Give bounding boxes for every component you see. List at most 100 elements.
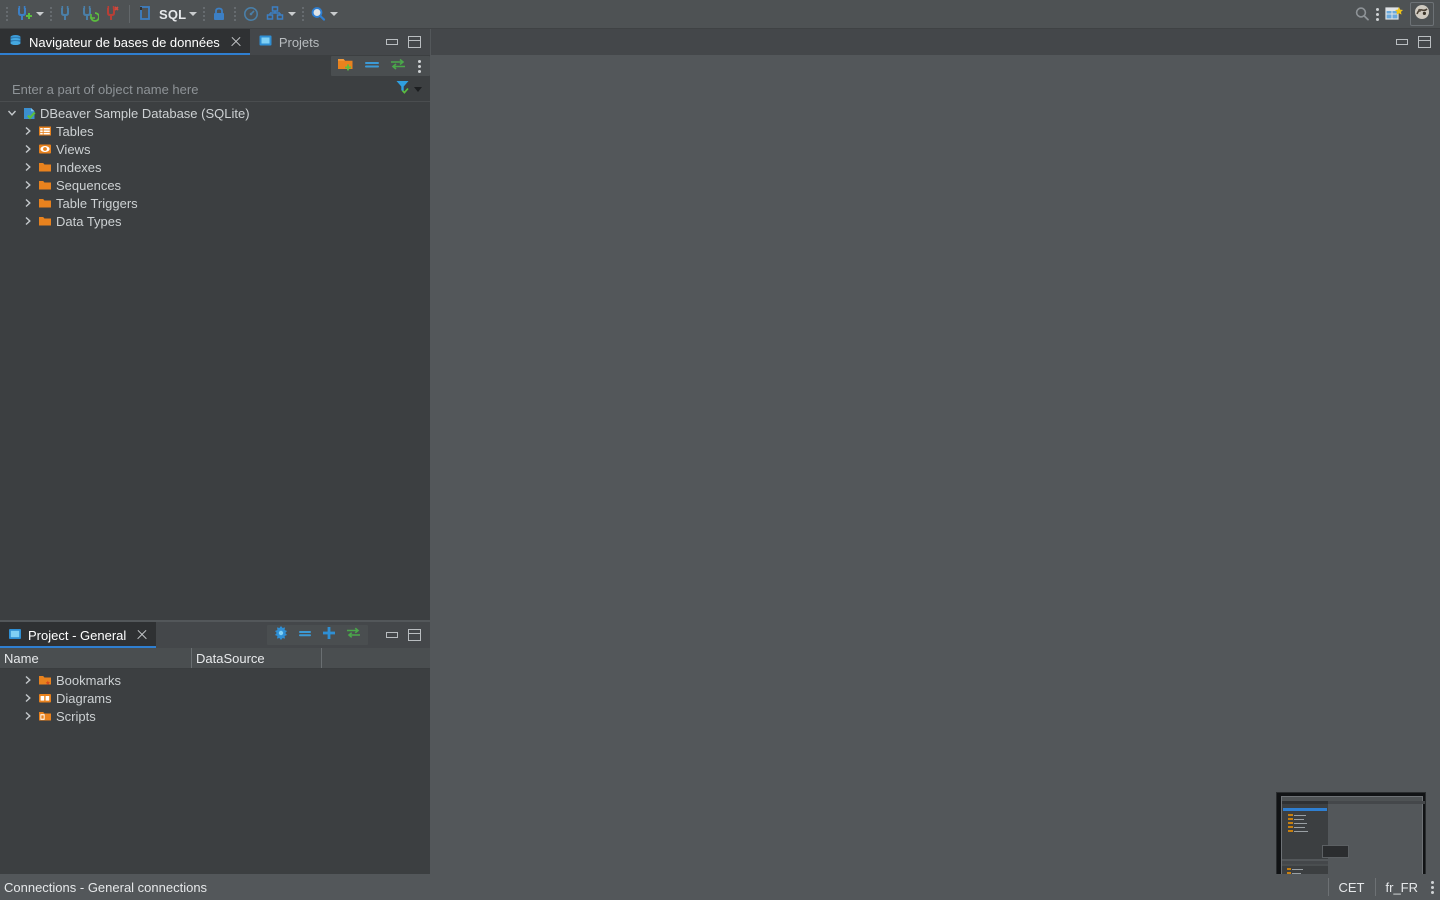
vertical-dots-icon[interactable] [415,59,424,73]
thumbnail-nested-preview [1322,845,1349,858]
main-toolbar-left: SQL [0,0,340,28]
minimize-panel-button[interactable] [386,632,398,638]
toolbar-drag-handle-3[interactable] [201,5,206,23]
tree-item-label: Table Triggers [56,195,138,211]
tree-item-sequences[interactable]: Sequences [0,176,430,194]
chevron-right-icon[interactable] [20,693,36,703]
chevron-down-icon-filter[interactable] [414,86,422,92]
chevron-down-icon-search[interactable] [330,12,339,16]
disconnect-button[interactable] [55,2,77,26]
tree-item-bookmarks[interactable]: Bookmarks [0,671,430,689]
link-editor-icon[interactable] [389,57,407,76]
chevron-down-icon[interactable] [36,12,44,16]
folder-icon [36,214,54,228]
reconnect-button[interactable] [77,2,101,26]
maximize-panel-button[interactable] [408,36,421,48]
avatar-icon [1414,4,1430,25]
minimize-editor-button[interactable] [1396,39,1408,45]
tab-projects[interactable]: Projets [250,29,327,55]
plus-icon[interactable] [321,625,337,646]
toolbar-drag-handle-5[interactable] [300,5,305,23]
search-input[interactable] [0,80,394,98]
search-button[interactable] [307,2,340,26]
search-icon [1353,5,1371,23]
collapse-all-icon[interactable] [297,626,313,644]
tab-database-navigator[interactable]: Navigateur de bases de données [0,29,250,55]
new-database-connection-button[interactable] [11,2,46,26]
tree-item-label: Data Types [56,213,122,229]
chevron-down-icon[interactable] [4,108,20,118]
chevron-right-icon[interactable] [20,162,36,172]
column-header-datasource[interactable]: DataSource [192,648,322,668]
toolbar-overflow-menu[interactable] [1373,7,1382,21]
tree-item-label: DBeaver Sample Database (SQLite) [40,105,250,121]
sql-label: SQL [159,6,187,22]
bookmarks-folder-icon [36,673,54,687]
screenshot-preview-thumbnail[interactable] [1276,792,1426,884]
minimize-panel-button[interactable] [386,39,398,45]
project-folder-icon [258,33,273,51]
disconnect-all-button[interactable] [101,2,123,26]
maximize-editor-button[interactable] [1418,36,1431,48]
project-panel: Project - General Name DataSource Bookma… [0,622,430,874]
toolbar-drag-handle-4[interactable] [232,5,237,23]
chevron-right-icon[interactable] [20,198,36,208]
folder-icon [36,160,54,174]
project-tree: Bookmarks Diagrams Scripts [0,669,430,725]
database-navigator-panel: Navigateur de bases de données Projets E… [0,29,430,621]
toolbar-drag-handle-2[interactable] [48,5,53,23]
maximize-panel-button[interactable] [408,629,421,641]
status-timezone[interactable]: CET [1327,878,1375,896]
transaction-monitor-button[interactable] [239,2,263,26]
folder-icon [36,178,54,192]
chevron-down-icon-txn[interactable] [288,12,297,16]
column-header-extra[interactable] [322,648,430,668]
commit-mode-button[interactable] [208,2,230,26]
tree-item-label: Tables [56,123,94,139]
transaction-log-button[interactable] [263,2,298,26]
chevron-right-icon[interactable] [20,144,36,154]
tree-item-diagrams[interactable]: Diagrams [0,689,430,707]
global-search-button[interactable] [1351,2,1373,26]
editor-tab-bar [431,29,1440,55]
filter-funnel-icon[interactable] [394,78,411,100]
tree-item-indexes[interactable]: Indexes [0,158,430,176]
tree-item-dbeaver-sample-database[interactable]: DBeaver Sample Database (SQLite) [0,104,430,122]
collapse-all-icon[interactable] [363,57,381,76]
chevron-right-icon[interactable] [20,180,36,190]
status-message: Connections - General connections [4,879,208,895]
chevron-down-icon-sql[interactable] [189,12,198,16]
tree-item-scripts[interactable]: Scripts [0,707,430,725]
gear-flower-icon[interactable] [273,625,289,646]
tree-item-label: Indexes [56,159,102,175]
chevron-right-icon[interactable] [20,675,36,685]
folder-plus-icon[interactable] [337,56,355,77]
column-header-name[interactable]: Name [0,648,192,668]
editor-area [431,29,1440,874]
tree-item-table-triggers[interactable]: Table Triggers [0,194,430,212]
lock-icon [210,5,228,23]
close-icon[interactable] [136,629,148,641]
chevron-right-icon[interactable] [20,216,36,226]
tree-item-views[interactable]: Views [0,140,430,158]
status-menu-icon[interactable] [1428,880,1440,894]
user-profile-button[interactable] [1410,2,1434,26]
sql-editor-icon [138,5,154,23]
thumbnail-window-preview [1281,796,1425,883]
tab-project-general[interactable]: Project - General [0,622,157,648]
link-editor-icon[interactable] [345,626,362,644]
magnifier-icon [309,5,327,23]
toolbar-drag-handle[interactable] [4,5,9,23]
tree-item-tables[interactable]: Tables [0,122,430,140]
tree-item-data-types[interactable]: Data Types [0,212,430,230]
chevron-right-icon[interactable] [20,126,36,136]
close-icon[interactable] [230,36,242,48]
project-tool-group [267,625,368,645]
thumbnail-editor [1328,804,1422,878]
navigator-tool-group [331,56,430,76]
status-locale[interactable]: fr_FR [1374,878,1429,896]
editor-empty-canvas[interactable] [431,55,1440,874]
chevron-right-icon[interactable] [20,711,36,721]
new-sql-editor-button[interactable]: SQL [136,2,199,26]
open-perspective-button[interactable] [1382,2,1406,26]
